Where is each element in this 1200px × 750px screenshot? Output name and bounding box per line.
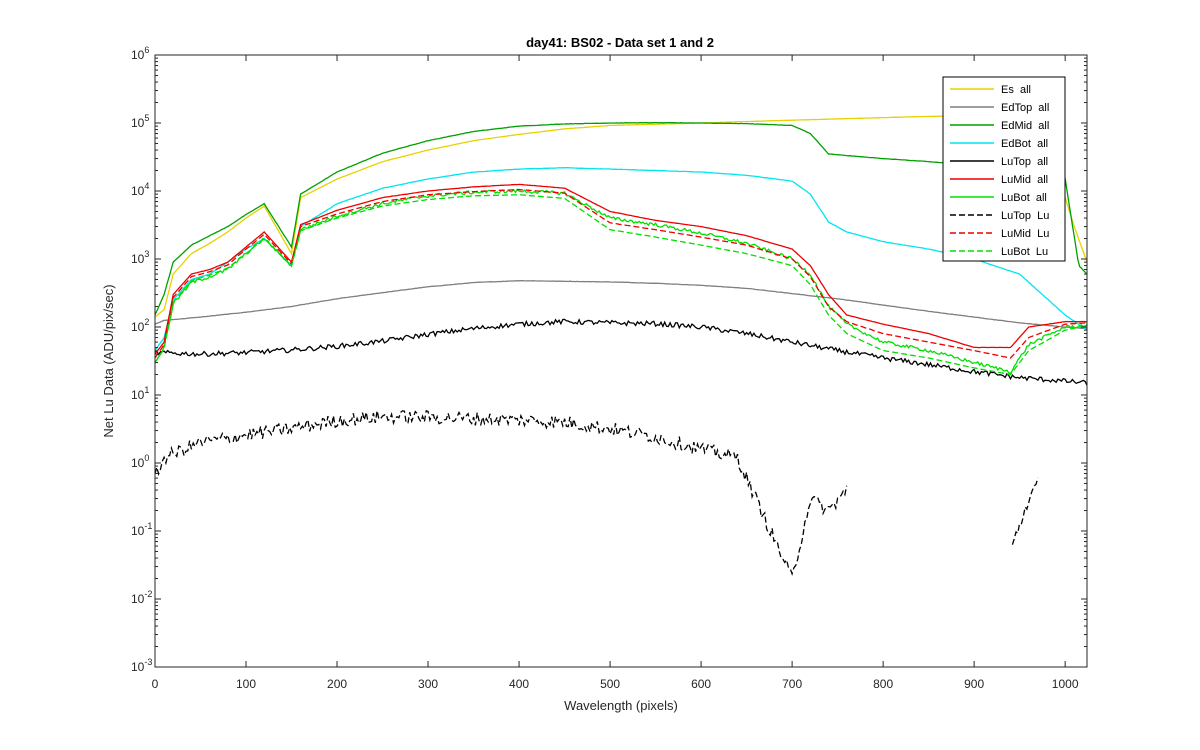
y-tick-label: 100: [131, 453, 149, 470]
legend-entry: LuMid all: [1001, 174, 1048, 186]
y-tick-label: 10-1: [131, 521, 152, 538]
x-tick-label: 800: [873, 677, 893, 691]
chart-title: day41: BS02 - Data set 1 and 2: [526, 35, 714, 50]
x-tick-label: 600: [691, 677, 711, 691]
x-tick-label: 100: [236, 677, 256, 691]
y-tick-label: 10-3: [131, 657, 152, 674]
y-tick-label: 104: [131, 181, 149, 198]
x-tick-label: 500: [600, 677, 620, 691]
series-line-7: [155, 409, 1039, 576]
chart-figure: day41: BS02 - Data set 1 and 2 0 100 200 30…: [101, 35, 1088, 713]
y-axis-label: Net Lu Data (ADU/pix/sec): [101, 284, 116, 437]
y-tick-label: 106: [131, 45, 149, 62]
legend-entry: LuBot Lu: [1001, 246, 1048, 258]
y-tick-label: 103: [131, 249, 149, 266]
x-tick-label: 300: [418, 677, 438, 691]
x-axis: 0 100 200 300 400 500 600 700 800 900 1000: [152, 55, 1079, 691]
legend-entry: LuBot all: [1001, 192, 1047, 204]
legend-entry: EdTop all: [1001, 102, 1049, 114]
y-tick-label: 10-2: [131, 589, 152, 606]
x-tick-label: 200: [327, 677, 347, 691]
legend: Es all EdTop all EdMid all EdBot all LuTop a…: [942, 76, 1066, 262]
y-tick-label: 101: [131, 385, 149, 402]
y-tick-label: 102: [131, 317, 149, 334]
legend-entry: Es all: [1001, 84, 1031, 96]
series-line-1: [155, 280, 1087, 330]
x-tick-label: 700: [782, 677, 802, 691]
x-tick-label: 1000: [1052, 677, 1079, 691]
legend-entry: LuTop all: [1001, 156, 1048, 168]
x-tick-label: 400: [509, 677, 529, 691]
legend-entry: EdBot all: [1001, 138, 1048, 150]
x-tick-label: 0: [152, 677, 159, 691]
x-axis-label: Wavelength (pixels): [564, 698, 678, 713]
legend-entry: LuMid Lu: [1001, 228, 1049, 240]
x-tick-label: 900: [964, 677, 984, 691]
y-tick-label: 105: [131, 113, 149, 130]
legend-entry: LuTop Lu: [1001, 210, 1049, 222]
legend-entry: EdMid all: [1001, 120, 1049, 132]
series-line-4: [155, 318, 1087, 386]
